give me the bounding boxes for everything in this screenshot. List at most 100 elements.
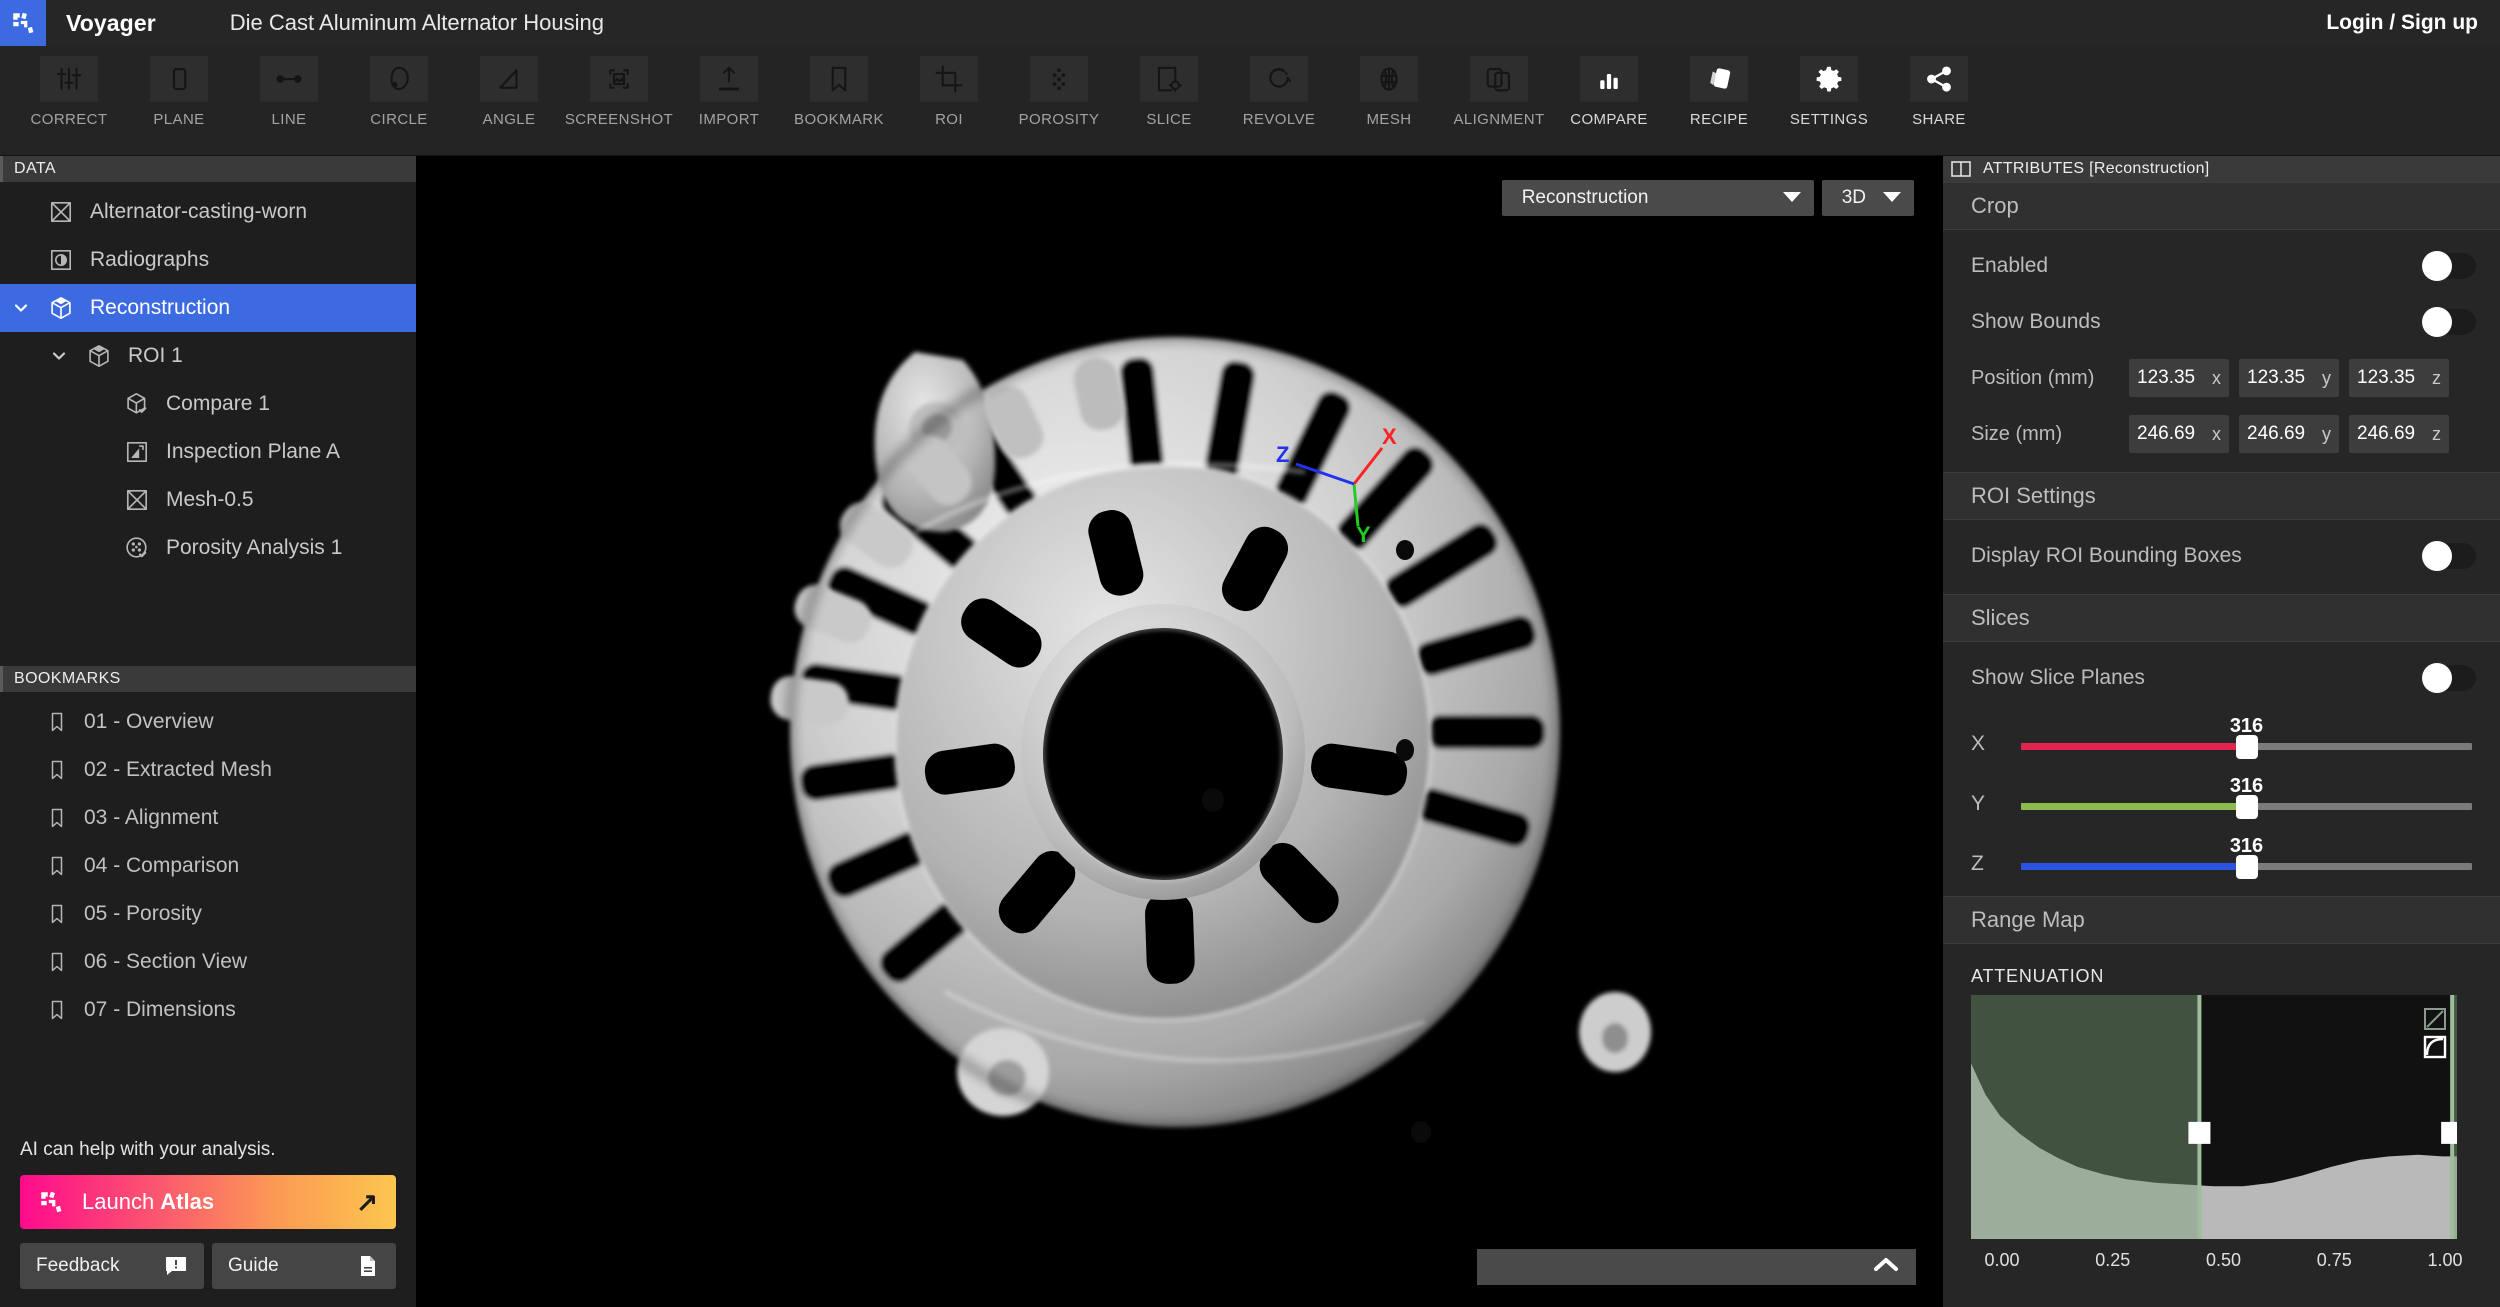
toolbar-button-import[interactable]: IMPORT — [674, 46, 784, 128]
tree-item-alternator-casting-worn[interactable]: Alternator-casting-worn — [0, 188, 416, 236]
display-roi-bounding-boxes-toggle[interactable] — [2422, 541, 2476, 571]
left-sidebar: DATA Alternator-casting-worn Radiographs… — [0, 156, 417, 1307]
toolbar-button-mesh[interactable]: MESH — [1334, 46, 1444, 128]
toolbar-button-roi[interactable]: ROI — [894, 46, 1004, 128]
gizmo-z-label: Z — [1276, 442, 1289, 467]
data-tree: Alternator-casting-worn Radiographs Reco… — [0, 182, 416, 572]
slice-slider-y[interactable]: Y 316 — [1943, 766, 2500, 826]
crop-size-z-input[interactable]: 246.69 z — [2349, 415, 2449, 453]
toolbar-button-recipe[interactable]: RECIPE — [1664, 46, 1774, 128]
revolve-icon — [1250, 56, 1308, 102]
launch-atlas-button[interactable]: Launch Atlas ↗ — [20, 1175, 396, 1229]
ct-volume-render-alternator-housing — [769, 330, 1651, 1143]
toolbar-label: REVOLVE — [1242, 111, 1316, 128]
feedback-bubble-icon — [164, 1254, 188, 1278]
bookmark-item-07-dimensions[interactable]: 07 - Dimensions — [0, 986, 416, 1034]
feedback-button[interactable]: Feedback — [20, 1243, 204, 1289]
tree-item-label: Radiographs — [90, 248, 210, 271]
slider-track[interactable]: 316 — [2021, 715, 2472, 759]
chevron-down-icon[interactable] — [0, 298, 42, 318]
slider-knob[interactable] — [2235, 795, 2258, 819]
bookmark-item-02-extracted-mesh[interactable]: 02 - Extracted Mesh — [0, 746, 416, 794]
tree-item-compare-1[interactable]: Compare 1 — [0, 380, 416, 428]
tree-item-radiographs[interactable]: Radiographs — [0, 236, 416, 284]
crop-position-y-input[interactable]: 123.35 y — [2239, 359, 2339, 397]
toolbar-button-share[interactable]: SHARE — [1884, 46, 1994, 128]
crop-position-x-input[interactable]: 123.35 x — [2129, 359, 2229, 397]
slider-track[interactable]: 316 — [2021, 835, 2472, 879]
toolbar-button-alignment[interactable]: ALIGNMENT — [1444, 46, 1554, 128]
attenuation-histogram-widget[interactable]: ATTENUATION 0.00 0.25 0.50 0.75 1.00 — [1943, 952, 2500, 1271]
bookmark-item-01-overview[interactable]: 01 - Overview — [0, 698, 416, 746]
bookmarks-panel-title: BOOKMARKS — [14, 669, 121, 687]
bookmark-item-03-alignment[interactable]: 03 - Alignment — [0, 794, 416, 842]
chevron-down-icon[interactable] — [38, 346, 80, 366]
attenuation-histogram-svg[interactable] — [1971, 995, 2464, 1239]
bookmark-item-06-section-view[interactable]: 06 - Section View — [0, 938, 416, 986]
toolbar-button-settings[interactable]: SETTINGS — [1774, 46, 1884, 128]
toolbar-button-correct[interactable]: CORRECT — [14, 46, 124, 128]
section-header-slices[interactable]: Slices — [1943, 594, 2500, 642]
volume-render-canvas[interactable] — [417, 156, 1942, 1307]
toolbar-button-line[interactable]: LINE — [234, 46, 344, 128]
slider-knob[interactable] — [2235, 855, 2258, 879]
tree-item-roi-1[interactable]: ROI 1 — [0, 332, 416, 380]
slider-knob[interactable] — [2235, 735, 2258, 759]
crop-size-x-input[interactable]: 246.69 x — [2129, 415, 2229, 453]
display-roi-bounding-boxes-label: Display ROI Bounding Boxes — [1971, 544, 2242, 567]
slice-slider-x[interactable]: X 316 — [1943, 706, 2500, 766]
toolbar-button-bookmark[interactable]: BOOKMARK — [784, 46, 894, 128]
tree-item-mesh-0-5[interactable]: Mesh-0.5 — [0, 476, 416, 524]
dataset-select[interactable]: Reconstruction — [1501, 180, 1814, 216]
crop-enabled-toggle[interactable] — [2422, 251, 2476, 281]
toolbar-button-porosity[interactable]: POROSITY — [1004, 46, 1114, 128]
axis-gizmo[interactable]: X Y Z — [1262, 406, 1402, 551]
section-header-crop[interactable]: Crop — [1943, 182, 2500, 230]
toggle-knob — [2422, 307, 2452, 337]
crop-size-y-input[interactable]: 246.69 y — [2239, 415, 2339, 453]
gizmo-x-axis — [1352, 447, 1384, 485]
login-signup-link[interactable]: Login / Sign up — [2326, 11, 2478, 35]
tree-item-inspection-plane-a[interactable]: Inspection Plane A — [0, 428, 416, 476]
range-handle-high[interactable] — [2441, 1121, 2464, 1144]
bookmark-item-05-porosity[interactable]: 05 - Porosity — [0, 890, 416, 938]
crop-position-z-input[interactable]: 123.35 z — [2349, 359, 2449, 397]
slider-track[interactable]: 316 — [2021, 775, 2472, 819]
panel-split-icon[interactable] — [1951, 161, 1971, 177]
slice-slider-z[interactable]: Z 316 — [1943, 826, 2500, 886]
toolbar-label: SCREENSHOT — [564, 111, 674, 128]
toolbar-button-angle[interactable]: ANGLE — [454, 46, 564, 128]
section-header-roi-settings[interactable]: ROI Settings — [1943, 472, 2500, 520]
angle-icon — [480, 56, 538, 102]
show-slice-planes-row: Show Slice Planes — [1943, 650, 2500, 706]
tree-item-label: Mesh-0.5 — [166, 488, 254, 511]
crop-show-bounds-toggle[interactable] — [2422, 307, 2476, 337]
bookmark-item-04-comparison[interactable]: 04 - Comparison — [0, 842, 416, 890]
attenuation-plot[interactable] — [1971, 995, 2476, 1244]
bar-chart-icon — [1580, 56, 1638, 102]
slice-sliders: X 316 Y 316 Z 316 — [1943, 706, 2500, 886]
slider-fill — [2021, 743, 2247, 750]
section-header-range-map[interactable]: Range Map — [1943, 896, 2500, 944]
tree-item-reconstruction[interactable]: Reconstruction — [0, 284, 416, 332]
viewport-bottom-bar-expander[interactable] — [1477, 1249, 1916, 1285]
view-mode-select[interactable]: 3D — [1821, 180, 1914, 216]
bookmark-icon — [40, 950, 74, 974]
toolbar-button-plane[interactable]: PLANE — [124, 46, 234, 128]
slider-fill — [2021, 863, 2247, 870]
toolbar-label: CORRECT — [30, 111, 108, 128]
toolbar-button-slice[interactable]: SLICE — [1114, 46, 1224, 128]
range-handle-low[interactable] — [2188, 1121, 2211, 1144]
toolbar-button-screenshot[interactable]: SCREENSHOT — [564, 46, 674, 128]
3d-viewport[interactable]: Reconstruction 3D X Y Z — [417, 156, 1942, 1307]
toolbar-label: COMPARE — [1570, 111, 1648, 128]
dataset-select-value: Reconstruction — [1521, 187, 1649, 208]
crop-size-y-value: 246.69 — [2247, 423, 2306, 444]
gizmo-y-axis — [1352, 483, 1360, 527]
guide-button[interactable]: Guide — [212, 1243, 396, 1289]
toolbar-button-revolve[interactable]: REVOLVE — [1224, 46, 1334, 128]
toolbar-button-compare[interactable]: COMPARE — [1554, 46, 1664, 128]
tree-item-porosity-analysis-1[interactable]: Porosity Analysis 1 — [0, 524, 416, 572]
show-slice-planes-toggle[interactable] — [2422, 663, 2476, 693]
toolbar-button-circle[interactable]: CIRCLE — [344, 46, 454, 128]
